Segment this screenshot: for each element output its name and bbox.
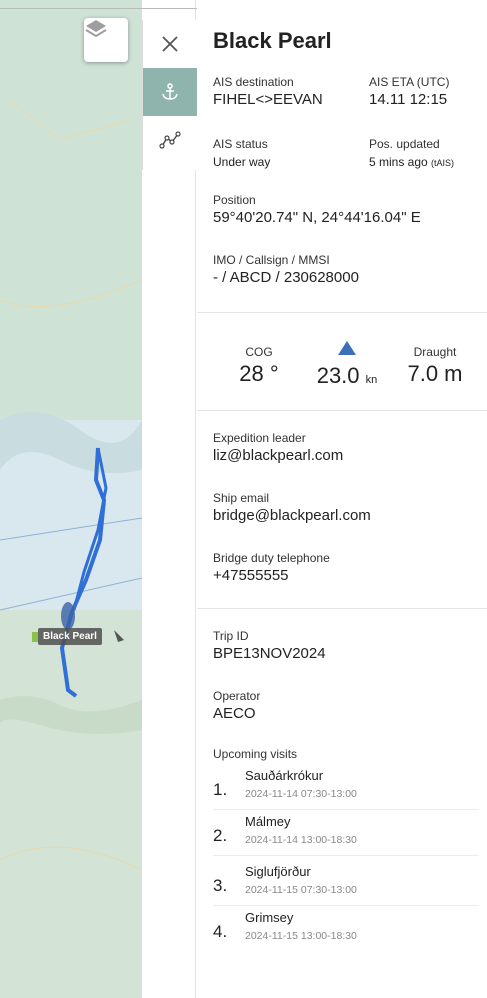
heading-triangle-icon	[338, 341, 356, 355]
visit-time: 2024-11-14 13:00-18:30	[245, 834, 357, 846]
map-view[interactable]: Black Pearl	[0, 0, 142, 998]
visit-number: 4.	[213, 922, 228, 941]
vessel-ids: IMO / Callsign / MMSI - / ABCD / 2306280…	[213, 252, 359, 288]
ais-eta: AIS ETA (UTC) 14.11 12:15	[369, 74, 449, 110]
trip-id-value: BPE13NOV2024	[213, 645, 326, 662]
expedition-leader-label: Expedition leader	[213, 431, 306, 445]
cog-value: 28 °	[239, 361, 279, 386]
trip-id: Trip ID BPE13NOV2024	[213, 628, 326, 664]
position: Position 59°40'20.74" N, 24°44'16.04" E	[213, 192, 421, 228]
upcoming-visits-heading: Upcoming visits	[213, 746, 297, 762]
list-item[interactable]: 1. Sauðárkrókur 2024-11-14 07:30-13:00	[213, 766, 479, 810]
visit-place: Siglufjörður	[245, 864, 311, 879]
trip-id-label: Trip ID	[213, 629, 249, 643]
visit-time: 2024-11-15 13:00-18:30	[245, 930, 357, 942]
layers-icon	[85, 20, 107, 38]
ship-email-label: Ship email	[213, 491, 270, 505]
ais-eta-label: AIS ETA (UTC)	[369, 75, 450, 89]
list-item[interactable]: 2. Málmey 2024-11-14 13:00-18:30	[213, 812, 479, 856]
operator-label: Operator	[213, 689, 261, 703]
draught-label: Draught	[413, 345, 457, 359]
vessel-name: Black Pearl	[213, 28, 332, 53]
pos-updated-value: 5 mins ago (tAIS)	[369, 152, 454, 173]
position-label: Position	[213, 193, 256, 207]
panel-toolbar	[142, 20, 197, 170]
position-value: 59°40'20.74" N, 24°44'16.04" E	[213, 209, 421, 226]
upcoming-visits-label: Upcoming visits	[213, 747, 298, 761]
visit-time: 2024-11-14 07:30-13:00	[245, 788, 357, 800]
expedition-leader-value[interactable]: liz@blackpearl.com	[213, 446, 343, 466]
expedition-leader: Expedition leader liz@blackpearl.com	[213, 430, 343, 466]
list-item[interactable]: 3. Siglufjörður 2024-11-15 07:30-13:00	[213, 862, 479, 906]
route-tab-button[interactable]	[143, 116, 197, 164]
ais-destination-value: FIHEL<>EEVAN	[213, 91, 323, 108]
operator: Operator AECO	[213, 688, 260, 724]
route-icon	[159, 131, 181, 149]
ship-map-label[interactable]: Black Pearl	[32, 628, 102, 645]
vessel-ids-value: - / ABCD / 230628000	[213, 269, 359, 286]
cog-label: COG	[245, 345, 273, 359]
close-button[interactable]	[143, 20, 197, 68]
speed-value: 23.0 kn	[307, 362, 387, 394]
ship-email-value[interactable]: bridge@blackpearl.com	[213, 506, 371, 526]
visit-time: 2024-11-15 07:30-13:00	[245, 884, 357, 896]
list-item[interactable]: 4. Grimsey 2024-11-15 13:00-18:30	[213, 908, 479, 952]
speed-stat: 23.0 kn	[307, 340, 387, 394]
bridge-phone-label: Bridge duty telephone	[213, 551, 330, 565]
ais-status: AIS status Under way	[213, 136, 270, 172]
speed-unit: kn	[365, 374, 378, 386]
pos-updated-time: 5 mins ago	[369, 155, 428, 169]
ais-destination: AIS destination FIHEL<>EEVAN	[213, 74, 323, 110]
visit-place: Sauðárkrókur	[245, 768, 324, 783]
section-divider	[197, 410, 487, 411]
cog-stat: COG 28 °	[219, 344, 299, 388]
map-canvas	[0, 0, 142, 998]
ais-status-label: AIS status	[213, 137, 268, 151]
section-divider	[197, 608, 487, 609]
draught-stat: Draught 7.0 m	[395, 344, 475, 388]
operator-value: AECO	[213, 705, 256, 722]
anchor-icon	[162, 83, 178, 100]
ais-destination-label: AIS destination	[213, 75, 294, 89]
ais-status-value: Under way	[213, 155, 271, 169]
layers-button[interactable]	[84, 18, 128, 62]
vessel-ids-label: IMO / Callsign / MMSI	[213, 253, 330, 267]
visit-number: 3.	[213, 876, 228, 895]
visit-number: 2.	[213, 826, 228, 845]
pos-updated-source: (tAIS)	[431, 158, 455, 168]
draught-value: 7.0 m	[407, 361, 463, 386]
pos-updated-label: Pos. updated	[369, 137, 440, 151]
anchor-tab-button[interactable]	[143, 68, 197, 116]
section-divider	[197, 312, 487, 313]
speed-number: 23.0	[316, 363, 360, 388]
visit-place: Grimsey	[245, 910, 294, 925]
vessel-info-panel: Black Pearl AIS destination FIHEL<>EEVAN…	[197, 0, 487, 998]
close-icon	[162, 36, 178, 52]
ship-email: Ship email bridge@blackpearl.com	[213, 490, 371, 526]
visit-place: Málmey	[245, 814, 291, 829]
bridge-phone: Bridge duty telephone +47555555	[213, 550, 330, 586]
bridge-phone-value[interactable]: +47555555	[213, 566, 330, 586]
ais-eta-value: 14.11 12:15	[369, 91, 448, 108]
pos-updated: Pos. updated 5 mins ago (tAIS)	[369, 136, 454, 173]
visit-number: 1.	[213, 780, 228, 799]
